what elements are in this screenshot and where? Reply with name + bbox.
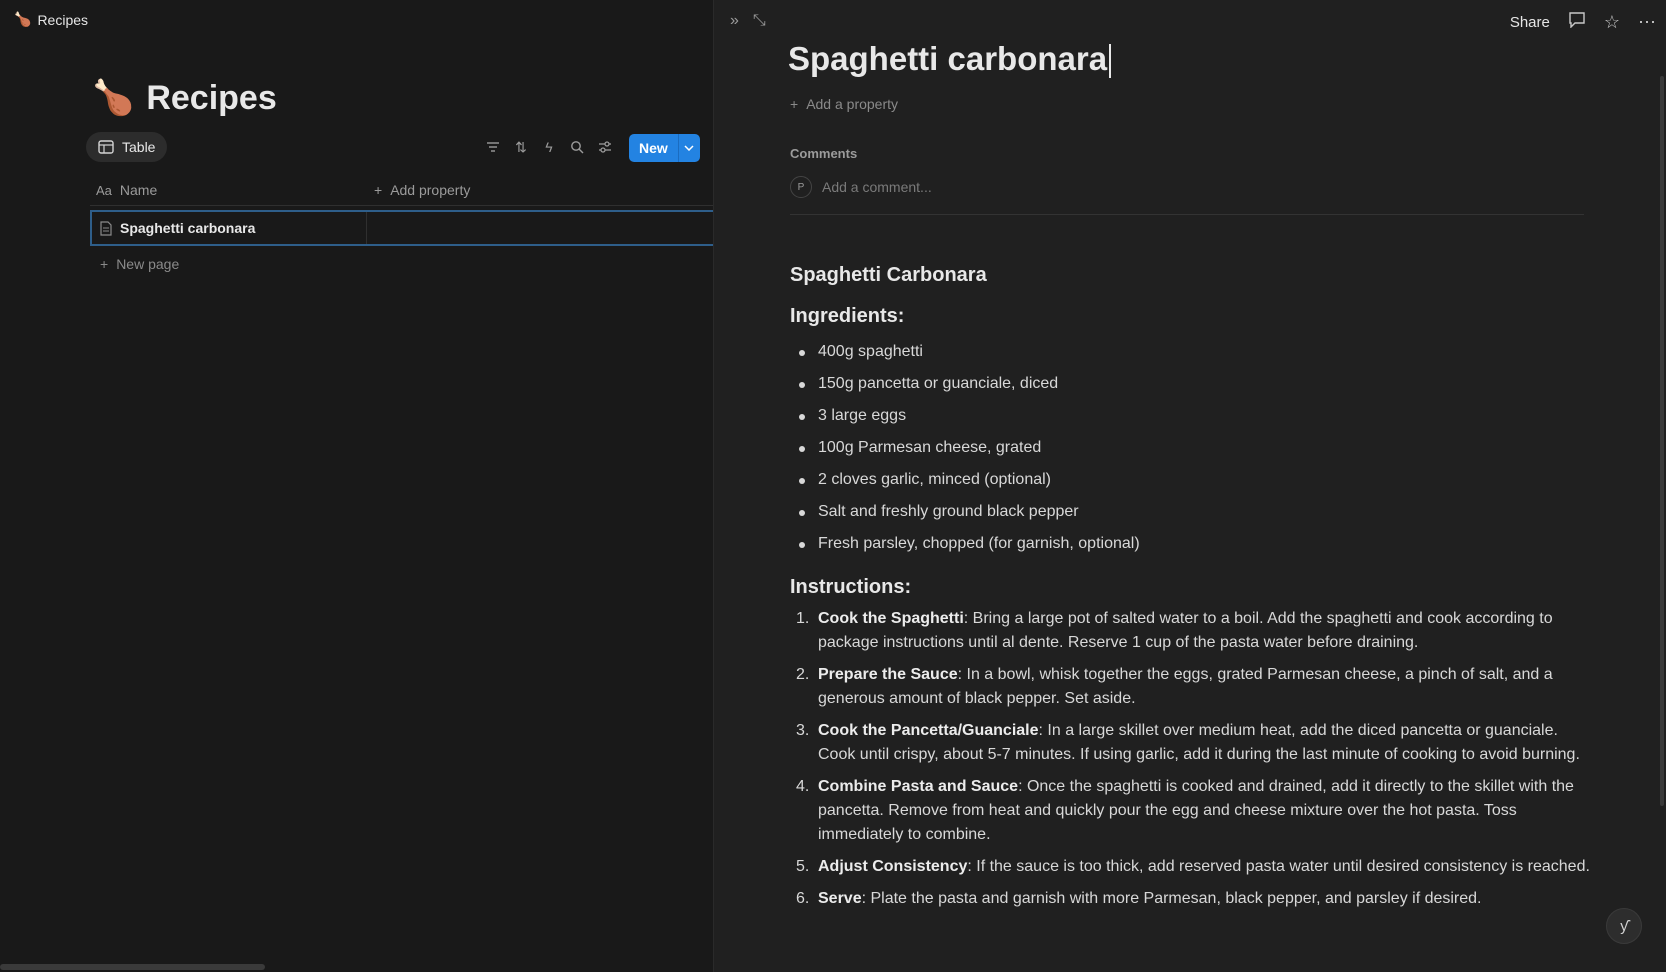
row-name-cell[interactable]: Spaghetti carbonara (92, 212, 367, 244)
plus-icon: + (374, 182, 383, 198)
step-number: 5. (796, 858, 810, 875)
more-icon[interactable]: ⋯ (1638, 12, 1656, 33)
page-body: Spaghetti Carbonara Ingredients: 400g sp… (790, 264, 1590, 919)
expand-icon[interactable]: ⤡ (753, 12, 766, 30)
new-page-label: New page (116, 256, 180, 272)
new-button[interactable]: New (629, 134, 678, 162)
list-item[interactable]: 3. Cook the Pancetta/Guanciale: In a larg… (790, 719, 1590, 767)
comment-input[interactable]: P Add a comment... (790, 176, 932, 198)
column-name-label: Name (119, 182, 158, 198)
list-item[interactable]: 5. Adjust Consistency: If the sauce is to… (790, 855, 1590, 879)
instructions-list: 1. Cook the Spaghetti: Bring a large pot … (790, 607, 1590, 911)
database-title: 🍗 Recipes (92, 78, 277, 118)
list-item[interactable]: 2 cloves garlic, minced (optional) (790, 464, 1590, 496)
comment-placeholder[interactable]: Add a comment... (822, 179, 932, 195)
step-text: : Plate the pasta and garnish with more … (861, 890, 1482, 907)
column-header-name[interactable]: Aa Name (96, 182, 157, 198)
step-text: : If the sauce is too thick, add reserve… (967, 858, 1590, 875)
table-header: Aa Name + Add property (90, 176, 713, 206)
step-title: Serve (818, 890, 862, 907)
ingredients-heading[interactable]: Ingredients: (790, 305, 1590, 328)
step-title: Cook the Pancetta/Guanciale (818, 722, 1039, 739)
page-actions: Share ☆ ⋯ (1510, 12, 1656, 33)
sort-icon[interactable]: ⇅ (512, 136, 530, 158)
search-icon[interactable] (568, 136, 586, 158)
list-item[interactable]: 100g Parmesan cheese, grated (790, 432, 1590, 464)
list-item[interactable]: 1. Cook the Spaghetti: Bring a large pot … (790, 607, 1590, 655)
add-property-button[interactable]: + Add property (374, 182, 470, 198)
new-page-button[interactable]: + New page (100, 256, 179, 272)
list-item[interactable]: Fresh parsley, chopped (for garnish, opt… (790, 528, 1590, 560)
view-tab-table[interactable]: Table (86, 132, 168, 162)
step-number: 4. (796, 778, 810, 795)
ai-assistant-button[interactable]: ƴ (1606, 908, 1642, 944)
close-peek-icon[interactable]: » (730, 12, 739, 30)
breadcrumb[interactable]: 🍗 Recipes (14, 12, 88, 28)
filter-icon[interactable] (484, 136, 502, 158)
step-title: Cook the Spaghetti (818, 610, 964, 627)
text-property-icon: Aa (96, 182, 112, 198)
list-item[interactable]: 400g spaghetti (790, 336, 1590, 368)
table-row[interactable]: Spaghetti carbonara (90, 210, 713, 246)
breadcrumb-label: Recipes (37, 12, 89, 28)
add-a-property-button[interactable]: + Add a property (790, 96, 898, 112)
view-toolbar: ⇅ ϟ (484, 136, 614, 158)
recipe-heading[interactable]: Spaghetti Carbonara (790, 264, 1590, 287)
divider (790, 214, 1584, 215)
comments-label: Comments (790, 146, 858, 161)
add-property-label: Add property (390, 182, 471, 198)
list-item[interactable]: Salt and freshly ground black pepper (790, 496, 1590, 528)
page-peek-panel: » ⤡ Share ☆ ⋯ Spaghetti carbonara + Add … (713, 0, 1666, 972)
database-title-text[interactable]: Recipes (146, 79, 276, 118)
page-title-text[interactable]: Spaghetti carbonara (788, 40, 1107, 77)
view-tab-label: Table (122, 139, 156, 155)
table-icon (98, 140, 114, 154)
list-item[interactable]: 2. Prepare the Sauce: In a bowl, whisk to… (790, 663, 1590, 711)
drumstick-icon[interactable]: 🍗 (92, 78, 134, 118)
step-number: 6. (796, 890, 810, 907)
horizontal-scrollbar[interactable] (0, 964, 265, 970)
step-title: Combine Pasta and Sauce (818, 778, 1019, 795)
page-title[interactable]: Spaghetti carbonara (788, 40, 1112, 79)
list-item[interactable]: 150g pancetta or guanciale, diced (790, 368, 1590, 400)
database-panel: 🍗 Recipes 🍗 Recipes Table ⇅ ϟ New Aa Nam… (0, 0, 713, 972)
step-title: Adjust Consistency (818, 858, 968, 875)
drumstick-icon: 🍗 (14, 12, 32, 28)
instructions-heading[interactable]: Instructions: (790, 576, 1590, 599)
chevron-down-icon[interactable] (677, 134, 700, 162)
automation-bolt-icon[interactable]: ϟ (540, 136, 558, 158)
comment-icon[interactable] (1568, 12, 1586, 33)
step-title: Prepare the Sauce (818, 666, 958, 683)
share-button[interactable]: Share (1510, 14, 1550, 31)
list-item[interactable]: 4. Combine Pasta and Sauce: Once the spag… (790, 775, 1590, 847)
page-icon (100, 220, 112, 236)
vertical-scrollbar[interactable] (1660, 76, 1664, 806)
plus-icon: + (100, 256, 109, 272)
step-number: 3. (796, 722, 810, 739)
list-item[interactable]: 6. Serve: Plate the pasta and garnish wit… (790, 887, 1590, 911)
star-icon[interactable]: ☆ (1604, 12, 1620, 33)
avatar: P (790, 176, 812, 198)
plus-icon: + (790, 96, 799, 112)
new-button-group: New (629, 134, 700, 162)
step-number: 2. (796, 666, 810, 683)
peek-controls: » ⤡ (730, 12, 766, 30)
text-cursor (1109, 44, 1112, 79)
list-item[interactable]: 3 large eggs (790, 400, 1590, 432)
settings-sliders-icon[interactable] (596, 136, 614, 158)
row-name-text: Spaghetti carbonara (120, 220, 256, 236)
step-number: 1. (796, 610, 810, 627)
ai-face-icon: ƴ (1620, 917, 1628, 935)
ingredients-list: 400g spaghetti 150g pancetta or guancial… (790, 336, 1590, 560)
add-a-property-label: Add a property (806, 96, 899, 112)
